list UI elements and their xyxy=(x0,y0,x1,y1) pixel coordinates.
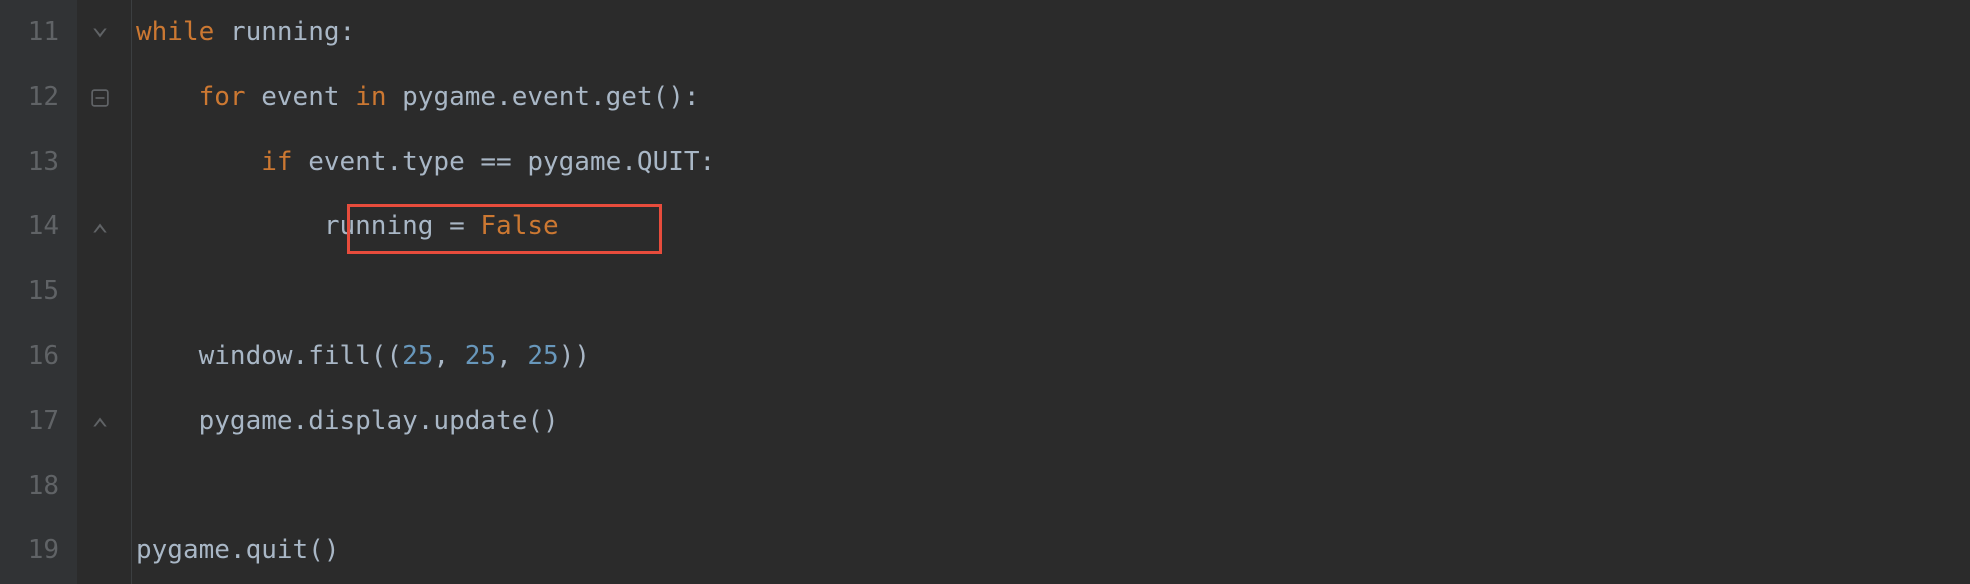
line-number[interactable]: 15 xyxy=(0,259,59,324)
line-number[interactable]: 14 xyxy=(0,194,59,259)
line-number[interactable]: 13 xyxy=(0,130,59,195)
code-line: running = False xyxy=(136,194,1970,259)
keyword-if: if xyxy=(261,137,292,188)
fold-gutter xyxy=(77,0,132,584)
line-number[interactable]: 18 xyxy=(0,454,59,519)
line-number[interactable]: 12 xyxy=(0,65,59,130)
code-line-empty xyxy=(136,454,1970,519)
identifier: running xyxy=(324,201,434,252)
code-line: pygame.display.update() xyxy=(136,389,1970,454)
number-literal: 25 xyxy=(465,331,496,382)
code-text-area[interactable]: while running: for event in pygame.event… xyxy=(132,0,1970,584)
identifier: running xyxy=(230,7,340,58)
code-line: pygame.quit() xyxy=(136,518,1970,583)
code-line: if event.type == pygame.QUIT: xyxy=(136,130,1970,195)
keyword-while: while xyxy=(136,7,214,58)
line-number[interactable]: 19 xyxy=(0,518,59,583)
line-number[interactable]: 11 xyxy=(0,0,59,65)
keyword-in: in xyxy=(355,72,386,123)
fold-close-icon[interactable] xyxy=(89,219,111,237)
fold-close-icon[interactable] xyxy=(89,413,111,431)
line-number-gutter: 11 12 13 14 15 16 17 18 19 xyxy=(0,0,77,584)
number-literal: 25 xyxy=(527,331,558,382)
comparison-expression: event.type == pygame.QUIT xyxy=(308,137,699,188)
fold-minus-icon[interactable] xyxy=(89,89,111,107)
code-line-empty xyxy=(136,259,1970,324)
code-line: while running: xyxy=(136,0,1970,65)
constant-false: False xyxy=(480,201,558,252)
code-line: for event in pygame.event.get(): xyxy=(136,65,1970,130)
fold-open-icon[interactable] xyxy=(89,24,111,42)
call-expression: pygame.display.update() xyxy=(199,396,559,447)
identifier: event xyxy=(261,72,339,123)
line-number[interactable]: 16 xyxy=(0,324,59,389)
code-editor: 11 12 13 14 15 16 17 18 19 while running… xyxy=(0,0,1970,584)
call-expression: window.fill(( xyxy=(199,331,403,382)
call-expression: pygame.quit() xyxy=(136,525,340,576)
number-literal: 25 xyxy=(402,331,433,382)
keyword-for: for xyxy=(199,72,246,123)
code-line: window.fill((25, 25, 25)) xyxy=(136,324,1970,389)
call-expression: pygame.event.get() xyxy=(402,72,684,123)
line-number[interactable]: 17 xyxy=(0,389,59,454)
